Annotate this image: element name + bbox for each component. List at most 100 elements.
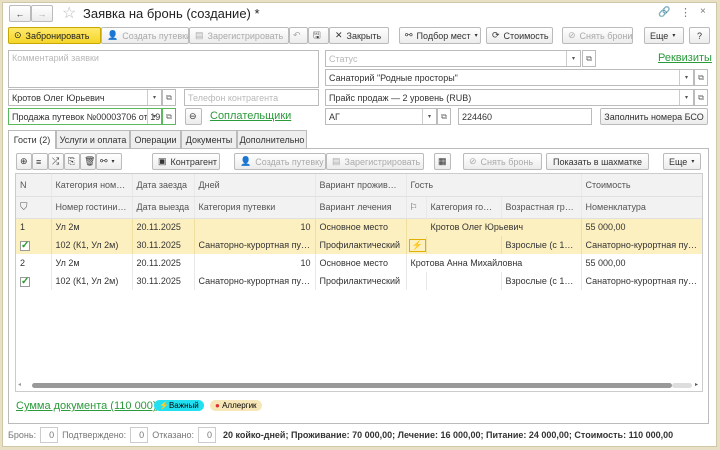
col-nomenclature[interactable]: Номенклатура bbox=[581, 196, 702, 218]
lightning-icon[interactable]: ⚡ bbox=[409, 239, 426, 252]
delete-button[interactable]: 🗑 bbox=[80, 153, 96, 170]
dropdown-icon[interactable]: ▾ bbox=[422, 109, 436, 124]
cost-button[interactable]: ⟳Стоимость bbox=[486, 27, 553, 44]
tab-guests[interactable]: Гости (2) bbox=[8, 130, 56, 149]
trash-icon: 🗑 bbox=[84, 156, 95, 167]
create-vouchers-button[interactable]: 👤Создать путевки bbox=[101, 27, 189, 44]
add-group-button[interactable]: ≡ bbox=[32, 153, 48, 170]
register-row-button[interactable]: ▤Зарегистрировать bbox=[326, 153, 424, 170]
fill-bso-button[interactable]: Заполнить номера БСО bbox=[600, 108, 708, 125]
pick-places-label: Подбор мест bbox=[417, 31, 471, 41]
undo-icon: ↶ bbox=[293, 30, 301, 41]
open-icon[interactable]: ⧉ bbox=[694, 69, 708, 86]
link-icon[interactable]: 🔗 bbox=[658, 7, 670, 18]
open-icon[interactable]: ⧉ bbox=[437, 108, 451, 125]
series-field[interactable]: АГ▾ bbox=[325, 108, 437, 125]
forward-button[interactable]: → bbox=[31, 5, 53, 22]
col-variant[interactable]: Вариант проживан... bbox=[315, 174, 406, 196]
book-button[interactable]: ⊙Забронировать bbox=[8, 27, 101, 44]
bso-number-field[interactable]: 224460 bbox=[458, 108, 592, 125]
close-window-icon[interactable]: × bbox=[700, 6, 706, 17]
open-icon[interactable]: ⧉ bbox=[582, 50, 596, 67]
help-button[interactable]: ? bbox=[689, 27, 710, 44]
col-n[interactable]: N bbox=[16, 174, 51, 196]
back-circle-button[interactable]: ⊖ bbox=[185, 108, 202, 125]
contractor-button[interactable]: ▣Контрагент bbox=[152, 153, 220, 170]
create-voucher-button[interactable]: 👤Создать путевку bbox=[234, 153, 326, 170]
confirmed-label: Подтверждено: bbox=[62, 430, 126, 440]
client-field[interactable]: Кротов Олег Юрьевич▾ bbox=[8, 89, 162, 106]
undo-button[interactable]: ↶ bbox=[289, 27, 308, 44]
col-age-group[interactable]: Возрастная группа bbox=[501, 196, 581, 218]
date-in: 20.11.2025 bbox=[132, 218, 194, 236]
registered-checkbox[interactable]: ✓ bbox=[20, 241, 30, 251]
favorite-star-icon[interactable]: ☆ bbox=[62, 3, 76, 23]
registered-checkbox[interactable]: ✓ bbox=[20, 277, 30, 287]
dropdown-icon[interactable]: ▾ bbox=[566, 51, 580, 66]
tab-additional[interactable]: Дополнительно bbox=[237, 130, 307, 148]
col-days[interactable]: Дней bbox=[194, 174, 315, 196]
arrow-left-circle-icon: ⊖ bbox=[189, 111, 197, 122]
table-more-button[interactable]: Еще▾ bbox=[663, 153, 701, 170]
document-sum-link[interactable]: Сумма документа (110 000) bbox=[16, 400, 157, 412]
sale-document-field[interactable]: Продажа путевок №00003706 от 19.▾ bbox=[8, 108, 162, 125]
table-row[interactable]: 2Ул 2м20.11.202510Основное местоКротова … bbox=[16, 254, 702, 272]
col-cost[interactable]: Стоимость bbox=[581, 174, 702, 196]
shuffle-button[interactable]: ⤮ bbox=[48, 153, 64, 170]
allergic-badge[interactable]: ● Аллергик bbox=[210, 400, 262, 411]
dropdown-icon[interactable]: ▾ bbox=[679, 70, 693, 85]
col-voucher-category[interactable]: Категория путевки bbox=[194, 196, 315, 218]
show-chess-button[interactable]: Показать в шахматке bbox=[546, 153, 649, 170]
requisites-link[interactable]: Реквизиты bbox=[658, 52, 712, 64]
print-button[interactable]: ▦ bbox=[434, 153, 451, 170]
comment-textarea[interactable]: Комментарий заявки bbox=[8, 50, 319, 88]
age-group: Взрослые (с 15 ... bbox=[501, 236, 581, 254]
comment-placeholder: Комментарий заявки bbox=[12, 53, 99, 63]
close-button[interactable]: ✕Закрыть bbox=[329, 27, 389, 44]
open-icon[interactable]: ⧉ bbox=[694, 89, 708, 106]
back-button[interactable]: ← bbox=[9, 5, 31, 22]
col-guest[interactable]: Гость bbox=[406, 174, 581, 196]
help-label: ? bbox=[697, 31, 702, 41]
col-date-out[interactable]: Дата выезда bbox=[132, 196, 194, 218]
open-icon[interactable]: ⧉ bbox=[162, 108, 176, 125]
tab-documents[interactable]: Документы bbox=[181, 130, 237, 148]
phone-field[interactable]: Телефон контрагента bbox=[184, 89, 319, 106]
scrollbar-thumb[interactable] bbox=[32, 383, 672, 388]
price-field[interactable]: Прайс продаж — 2 уровень (RUB)▾ bbox=[325, 89, 694, 106]
open-icon[interactable]: ⧉ bbox=[162, 89, 176, 106]
book-label: Забронировать bbox=[26, 31, 90, 41]
register-button[interactable]: ▤Зарегистрировать bbox=[189, 27, 289, 44]
find-button[interactable]: ⚯▾ bbox=[96, 153, 122, 170]
pick-places-button[interactable]: ⚯Подбор мест▾ bbox=[399, 27, 481, 44]
important-badge[interactable]: ⚡Важный bbox=[154, 400, 204, 411]
create-vouchers-label: Создать путевки bbox=[122, 31, 191, 41]
more-vertical-icon[interactable]: ⋮ bbox=[680, 6, 691, 19]
cancel-booking-button[interactable]: ⊘Снять бронь bbox=[463, 153, 542, 170]
save-button[interactable]: 🖫 bbox=[308, 27, 329, 44]
dropdown-icon[interactable]: ▾ bbox=[679, 90, 693, 105]
tab-services[interactable]: Услуги и оплата bbox=[56, 130, 130, 148]
cancel-bookings-button[interactable]: ⊘Снять брони bbox=[562, 27, 633, 44]
horizontal-scrollbar[interactable]: ◂ ▸ bbox=[18, 381, 700, 389]
col-treatment[interactable]: Вариант лечения bbox=[315, 196, 406, 218]
sanatorium-field[interactable]: Санаторий "Родные просторы"▾ bbox=[325, 69, 694, 86]
table-row[interactable]: ✓102 (К1, Ул 2м)30.11.2025Санаторно-куро… bbox=[16, 272, 702, 290]
more-button[interactable]: Еще▾ bbox=[644, 27, 684, 44]
table-row[interactable]: 1Ул 2м20.11.202510Основное местоКротов О… bbox=[16, 218, 702, 236]
copayers-link[interactable]: Соплательщики bbox=[210, 110, 291, 122]
dropdown-icon[interactable]: ▾ bbox=[147, 90, 161, 105]
register-row-label: Зарегистрировать bbox=[345, 157, 421, 167]
table-row[interactable]: ✓102 (К1, Ул 2м)30.11.2025Санаторно-куро… bbox=[16, 236, 702, 254]
dropdown-icon[interactable]: ▾ bbox=[147, 109, 161, 124]
col-guest-category[interactable]: Категория гостя bbox=[426, 196, 501, 218]
col-room-number[interactable]: Номер гостиницы bbox=[51, 196, 132, 218]
tab-operations[interactable]: Операции bbox=[130, 130, 181, 148]
status-field[interactable]: Статус▾ bbox=[325, 50, 581, 67]
add-button[interactable]: ⊕ bbox=[16, 153, 32, 170]
col-date-in[interactable]: Дата заезда bbox=[132, 174, 194, 196]
room-number: 102 (К1, Ул 2м) bbox=[51, 236, 132, 254]
col-room-category[interactable]: Категория номера bbox=[51, 174, 132, 196]
days: 10 bbox=[194, 254, 315, 272]
copy-button[interactable]: ⎘ bbox=[64, 153, 80, 170]
